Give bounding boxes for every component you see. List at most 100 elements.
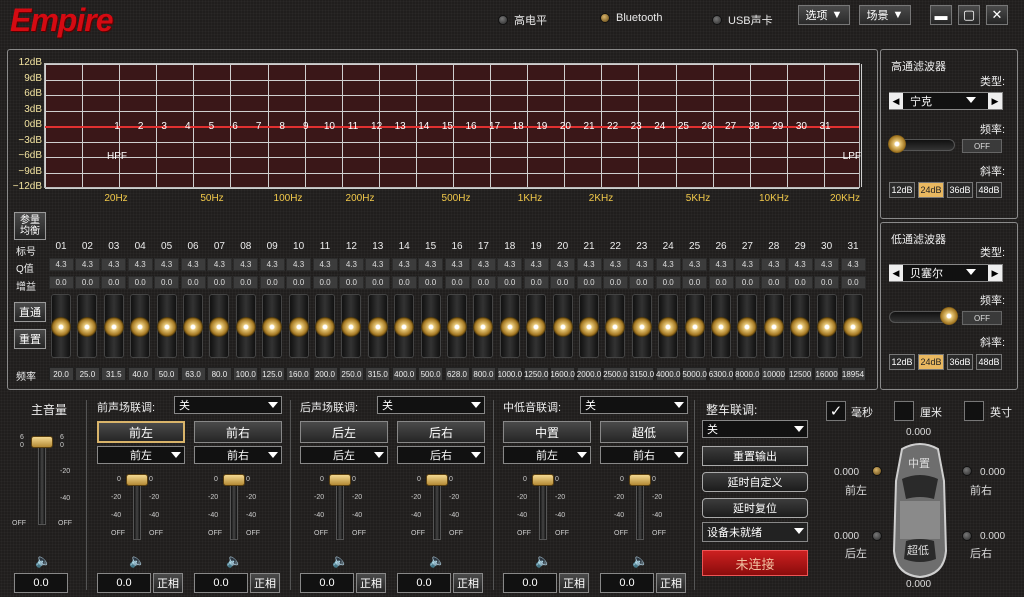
band-gain-slider[interactable] (103, 294, 124, 358)
band-gain-slider[interactable] (499, 294, 520, 358)
band-q-value[interactable]: 4.3 (127, 258, 153, 271)
band-freq-value[interactable]: 400.0 (391, 367, 417, 381)
channel-source-select[interactable]: 前左 (97, 446, 185, 464)
band-q-value[interactable]: 4.3 (74, 258, 100, 271)
channel-button[interactable]: 前右 (194, 421, 282, 443)
group-link-select[interactable]: 关 (377, 396, 485, 414)
slope-36dB-button[interactable]: 36dB (947, 354, 973, 370)
channel-volume-slider[interactable] (133, 478, 141, 540)
band-gain-knob[interactable] (684, 317, 705, 337)
band-gain-slider[interactable] (183, 294, 203, 358)
band-gain-slider[interactable] (763, 294, 784, 358)
band-freq-value[interactable]: 80.0 (206, 367, 232, 381)
band-marker[interactable]: 13 (395, 121, 406, 132)
eq-graph[interactable]: HPF LPF 1 2 3 4 5 6 7 8 9 10 11 12 13 14 15 16 17 18 19 20 21 2… (44, 63, 862, 189)
band-marker[interactable]: 4 (185, 121, 191, 132)
band-gain-slider[interactable] (631, 294, 652, 358)
band-marker[interactable]: 26 (701, 121, 712, 132)
band-marker[interactable]: 1 (114, 121, 120, 132)
channel-button[interactable]: 后右 (397, 421, 485, 443)
unit-ms-checkbox[interactable]: ✓ (826, 401, 846, 421)
band-gain-slider[interactable] (341, 294, 362, 358)
slope-24dB-button[interactable]: 24dB (918, 354, 944, 370)
band-gain-knob[interactable] (526, 317, 547, 337)
band-gain-slider[interactable] (790, 294, 811, 358)
band-freq-value[interactable]: 315.0 (365, 367, 391, 381)
unit-inch-checkbox[interactable] (964, 401, 984, 421)
band-freq-value[interactable]: 10000 (761, 367, 787, 381)
band-freq-value[interactable]: 2000.0 (576, 367, 602, 381)
slider-knob[interactable] (940, 307, 958, 325)
band-q-value[interactable]: 4.3 (391, 258, 417, 271)
band-q-value[interactable]: 4.3 (814, 258, 840, 271)
band-q-value[interactable]: 4.3 (233, 258, 259, 271)
band-q-value[interactable]: 4.3 (787, 258, 813, 271)
channel-button[interactable]: 后左 (300, 421, 388, 443)
channel-volume-knob[interactable] (532, 474, 554, 486)
band-gain-knob[interactable] (843, 317, 863, 337)
band-q-value[interactable]: 4.3 (365, 258, 391, 271)
band-q-value[interactable]: 4.3 (576, 258, 602, 271)
menu-scene[interactable]: 场景 ▼ (859, 5, 911, 25)
band-q-value[interactable]: 4.3 (48, 258, 74, 271)
band-gain-knob[interactable] (790, 317, 811, 337)
band-freq-value[interactable]: 31.5 (101, 367, 127, 381)
phase-button[interactable]: 正相 (453, 573, 483, 593)
phase-button[interactable]: 正相 (153, 573, 183, 593)
lpf-type-select[interactable]: 贝塞尔 (889, 264, 1003, 282)
speaker-rear-left-icon[interactable] (872, 531, 882, 541)
band-freq-value[interactable]: 18954 (840, 367, 866, 381)
channel-source-select[interactable]: 前右 (600, 446, 688, 464)
band-marker[interactable]: 24 (654, 121, 665, 132)
band-gain-value[interactable]: 0.0 (74, 276, 100, 289)
band-marker[interactable]: 11 (348, 121, 358, 132)
channel-volume-value[interactable]: 0.0 (300, 573, 354, 593)
channel-volume-slider[interactable] (336, 478, 344, 540)
band-gain-knob[interactable] (579, 317, 599, 337)
band-gain-knob[interactable] (711, 317, 731, 337)
band-gain-slider[interactable] (288, 294, 309, 358)
band-q-value[interactable]: 4.3 (761, 258, 787, 271)
band-q-value[interactable]: 4.3 (629, 258, 655, 271)
prev-arrow-icon[interactable]: ◀ (889, 265, 903, 281)
band-gain-slider[interactable] (737, 294, 758, 358)
channel-source-select[interactable]: 前右 (194, 446, 282, 464)
band-gain-knob[interactable] (473, 317, 494, 337)
band-gain-knob[interactable] (51, 317, 71, 337)
channel-volume-knob[interactable] (329, 474, 351, 486)
band-gain-value[interactable]: 0.0 (708, 276, 734, 289)
slope-36dB-button[interactable]: 36dB (947, 182, 973, 198)
band-q-value[interactable]: 4.3 (840, 258, 866, 271)
band-gain-value[interactable]: 0.0 (470, 276, 496, 289)
band-freq-value[interactable]: 50.0 (154, 367, 180, 381)
band-marker[interactable]: 25 (678, 121, 689, 132)
band-gain-slider[interactable] (526, 294, 547, 358)
band-gain-slider[interactable] (420, 294, 441, 358)
bypass-button[interactable]: 直通 (14, 302, 46, 322)
group-link-select[interactable]: 关 (580, 396, 688, 414)
channel-source-select[interactable]: 前左 (503, 446, 591, 464)
channel-volume-value[interactable]: 0.0 (600, 573, 654, 593)
phase-button[interactable]: 正相 (559, 573, 589, 593)
speaker-rear-right-icon[interactable] (962, 531, 972, 541)
speaker-icon[interactable]: 🔈 (129, 553, 145, 569)
slider-knob[interactable] (888, 135, 906, 153)
speaker-icon[interactable]: 🔈 (535, 553, 551, 569)
band-gain-knob[interactable] (499, 317, 520, 337)
master-volume-knob[interactable] (31, 436, 53, 448)
band-gain-value[interactable]: 0.0 (576, 276, 602, 289)
band-gain-slider[interactable] (77, 294, 98, 358)
band-gain-value[interactable]: 0.0 (444, 276, 470, 289)
channel-volume-value[interactable]: 0.0 (397, 573, 451, 593)
band-freq-value[interactable]: 800.0 (470, 367, 496, 381)
band-gain-slider[interactable] (130, 294, 151, 358)
band-gain-knob[interactable] (315, 317, 335, 337)
band-gain-knob[interactable] (156, 317, 177, 337)
phase-button[interactable]: 正相 (356, 573, 386, 593)
band-gain-knob[interactable] (288, 317, 309, 337)
band-gain-knob[interactable] (763, 317, 784, 337)
band-gain-value[interactable]: 0.0 (497, 276, 523, 289)
band-gain-value[interactable]: 0.0 (787, 276, 813, 289)
band-q-value[interactable]: 4.3 (497, 258, 523, 271)
band-gain-slider[interactable] (816, 294, 837, 358)
